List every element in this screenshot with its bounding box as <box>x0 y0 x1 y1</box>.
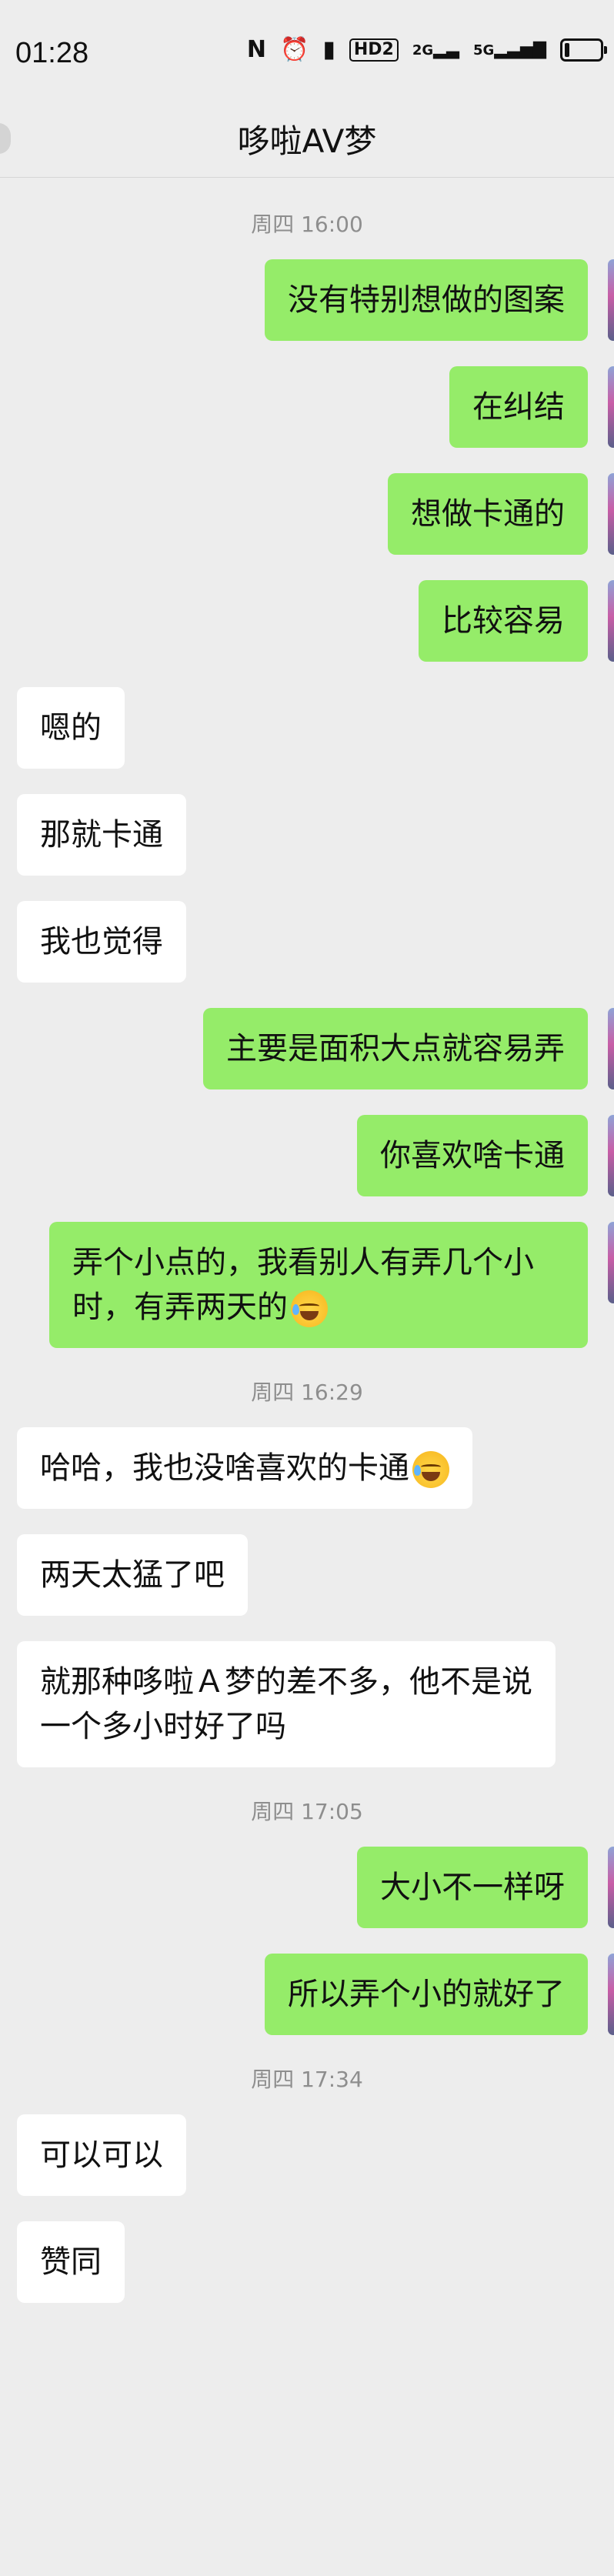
message-bubble[interactable]: 赞同 <box>17 2221 125 2303</box>
incoming-message: 那就卡通 <box>0 794 614 876</box>
avatar[interactable] <box>608 1847 614 1928</box>
message-bubble[interactable]: 大小不一样呀 <box>357 1847 588 1928</box>
emoji-tear <box>414 1465 421 1476</box>
timestamp-separator: 周四 16:29 <box>251 1380 363 1405</box>
message-text: 没有特别想做的图案 <box>288 282 565 318</box>
avatar[interactable] <box>608 580 614 662</box>
laugh-cry-icon <box>291 1290 328 1327</box>
timestamp-separator: 周四 17:05 <box>251 1799 363 1824</box>
message-text: 赞同 <box>40 2244 102 2280</box>
outgoing-message: 想做卡通的 <box>0 473 614 555</box>
avatar[interactable] <box>608 1115 614 1196</box>
outgoing-message: 主要是面积大点就容易弄 <box>0 1008 614 1089</box>
avatar[interactable] <box>608 366 614 448</box>
message-text: 所以弄个小的就好了 <box>288 1977 565 2012</box>
alarm-icon: ⏰ <box>279 36 309 63</box>
status-time: 01:28 <box>15 37 89 69</box>
incoming-message: 赞同 <box>0 2221 614 2303</box>
message-text: 想做卡通的 <box>411 496 565 532</box>
timestamp-separator: 周四 17:34 <box>251 2067 363 2092</box>
message-text: 嗯的 <box>40 710 102 746</box>
message-text: 两天太猛了吧 <box>40 1557 225 1593</box>
message-text: 在纠结 <box>472 389 565 425</box>
avatar[interactable] <box>608 1954 614 2035</box>
status-bar: 01:28 Ν ⏰ ▮ HD2 2G▂▃ 5G▂▃▅▇ <box>0 0 614 100</box>
battery-level <box>565 43 569 57</box>
message-bubble[interactable]: 想做卡通的 <box>388 473 588 555</box>
message-bubble[interactable]: 你喜欢啥卡通 <box>357 1115 588 1196</box>
vibrate-icon: ▮ <box>322 36 335 63</box>
signal-2g-icon: 2G▂▃ <box>412 40 459 59</box>
message-text: 比较容易 <box>442 603 565 639</box>
message-bubble[interactable]: 我也觉得 <box>17 901 186 983</box>
incoming-message: 两天太猛了吧 <box>0 1534 614 1616</box>
message-bubble[interactable]: 没有特别想做的图案 <box>265 259 588 341</box>
message-bubble[interactable]: 所以弄个小的就好了 <box>265 1954 588 2035</box>
battery-icon <box>560 38 607 62</box>
message-bubble[interactable]: 两天太猛了吧 <box>17 1534 248 1616</box>
avatar[interactable] <box>608 1222 614 1303</box>
outgoing-message: 弄个小点的，我看别人有弄几个小时，有弄两天的 <box>0 1222 614 1348</box>
chat-header: 哆啦AV梦 <box>0 100 614 178</box>
message-text: 可以可以 <box>40 2137 163 2173</box>
message-text: 我也觉得 <box>40 924 163 959</box>
outgoing-message: 所以弄个小的就好了 <box>0 1954 614 2035</box>
incoming-message: 我也觉得 <box>0 901 614 983</box>
message-bubble[interactable]: 主要是面积大点就容易弄 <box>203 1008 588 1089</box>
incoming-message: 哈哈，我也没啥喜欢的卡通 <box>0 1427 614 1509</box>
message-bubble[interactable]: 就那种哆啦Ａ梦的差不多，他不是说一个多小时好了吗 <box>17 1641 556 1767</box>
net1-label: 2G <box>412 42 434 58</box>
message-text: 哈哈，我也没啥喜欢的卡通 <box>40 1450 409 1486</box>
outgoing-message: 在纠结 <box>0 366 614 448</box>
message-text: 就那种哆啦Ａ梦的差不多，他不是说一个多小时好了吗 <box>40 1664 532 1744</box>
message-text: 你喜欢啥卡通 <box>380 1138 565 1173</box>
hd-icon: HD2 <box>349 38 399 62</box>
timestamp-separator: 周四 16:00 <box>251 212 363 237</box>
message-bubble[interactable]: 可以可以 <box>17 2114 186 2196</box>
nfc-icon: Ν <box>246 36 266 63</box>
message-list[interactable]: 周四 16:00 没有特别想做的图案在纠结想做卡通的比较容易嗯的那就卡通我也觉得主… <box>0 196 614 2328</box>
message-text: 大小不一样呀 <box>380 1870 565 1905</box>
incoming-message: 嗯的 <box>0 687 614 769</box>
message-bubble[interactable]: 哈哈，我也没啥喜欢的卡通 <box>17 1427 472 1509</box>
signal-5g-icon: 5G▂▃▅▇ <box>473 40 546 59</box>
message-text: 那就卡通 <box>40 817 163 853</box>
message-bubble[interactable]: 嗯的 <box>17 687 125 769</box>
message-bubble[interactable]: 在纠结 <box>449 366 588 448</box>
avatar[interactable] <box>608 473 614 555</box>
avatar[interactable] <box>608 259 614 341</box>
chat-title: 哆啦AV梦 <box>237 122 377 160</box>
message-text: 主要是面积大点就容易弄 <box>226 1031 565 1066</box>
message-bubble[interactable]: 那就卡通 <box>17 794 186 876</box>
laugh-cry-icon <box>412 1451 449 1488</box>
incoming-message: 就那种哆啦Ａ梦的差不多，他不是说一个多小时好了吗 <box>0 1641 614 1767</box>
status-icons: Ν ⏰ ▮ HD2 2G▂▃ 5G▂▃▅▇ <box>246 36 607 63</box>
outgoing-message: 你喜欢啥卡通 <box>0 1115 614 1196</box>
incoming-message: 可以可以 <box>0 2114 614 2196</box>
message-bubble[interactable]: 弄个小点的，我看别人有弄几个小时，有弄两天的 <box>49 1222 588 1348</box>
message-bubble[interactable]: 比较容易 <box>419 580 588 662</box>
outgoing-message: 大小不一样呀 <box>0 1847 614 1928</box>
net2-label: 5G <box>473 42 495 58</box>
avatar[interactable] <box>608 1008 614 1089</box>
outgoing-message: 没有特别想做的图案 <box>0 259 614 341</box>
emoji-tear <box>292 1304 299 1315</box>
outgoing-message: 比较容易 <box>0 580 614 662</box>
